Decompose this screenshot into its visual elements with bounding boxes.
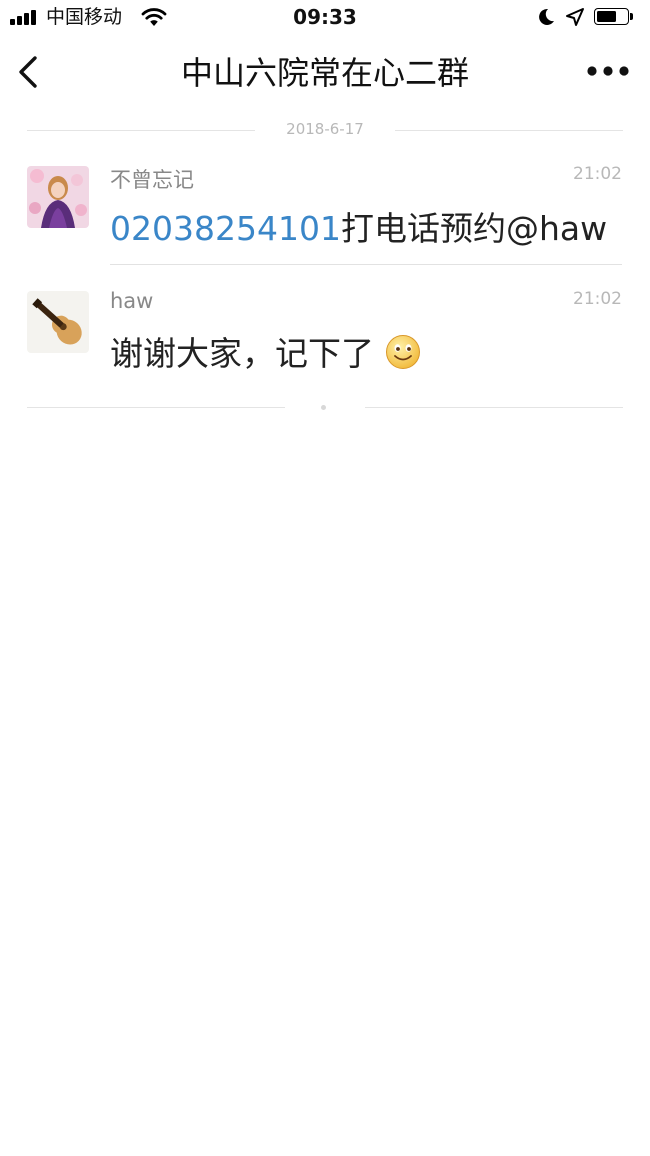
do-not-disturb-icon (539, 8, 554, 25)
message-text: 02038254101打电话预约@haw (110, 202, 607, 250)
more-dots-icon[interactable] (586, 63, 630, 79)
avatar[interactable] (27, 291, 89, 353)
sender-name: haw (110, 289, 154, 313)
message-time: 21:02 (573, 289, 622, 309)
message-item[interactable]: 不曾忘记 21:02 02038254101打电话预约@haw (0, 160, 650, 266)
message-time: 21:02 (573, 164, 622, 184)
status-bar: 中国移动 09:33 (0, 0, 650, 36)
back-chevron-icon[interactable] (14, 54, 44, 90)
page-title: 中山六院常在心二群 (180, 54, 469, 92)
smile-emoji-icon (385, 335, 420, 369)
end-divider (27, 400, 623, 414)
battery-icon (594, 8, 633, 26)
navigation-bar: 中山六院常在心二群 (0, 40, 650, 106)
date-label: 2018-6-17 (286, 120, 364, 138)
avatar[interactable] (27, 166, 89, 228)
message-text: 谢谢大家，记下了 (110, 327, 421, 375)
sender-name: 不曾忘记 (110, 168, 194, 192)
location-arrow-icon (566, 8, 584, 26)
phone-number-link[interactable]: 02038254101 (110, 209, 341, 248)
message-body: 打电话预约@haw (340, 209, 608, 248)
message-separator (110, 264, 622, 265)
message-item[interactable]: haw 21:02 谢谢大家，记下了 (0, 285, 650, 385)
date-divider: 2018-6-17 (27, 118, 623, 142)
message-body: 谢谢大家，记下了 (110, 334, 374, 373)
